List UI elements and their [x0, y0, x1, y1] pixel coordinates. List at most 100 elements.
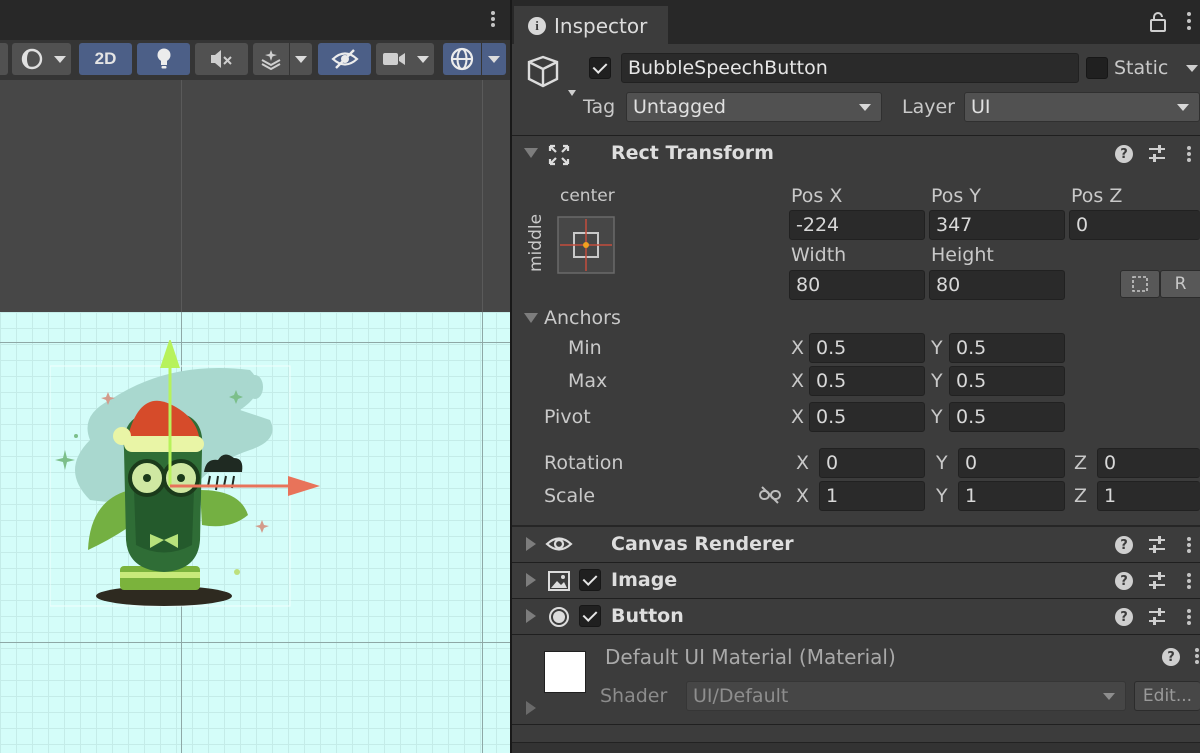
toolbar-partial-button[interactable] [0, 43, 8, 75]
raw-edit-button[interactable]: R [1160, 270, 1200, 298]
width-field[interactable]: 80 [789, 270, 925, 300]
inspector-more-icon[interactable] [1186, 12, 1192, 33]
anchor-max-y-field[interactable]: 0.5 [949, 366, 1065, 396]
axis-z-label: Z [1074, 485, 1088, 507]
gameobject-cube-icon[interactable] [524, 54, 580, 100]
rotation-z-field[interactable]: 0 [1097, 448, 1200, 478]
anchor-preset-button[interactable] [557, 216, 615, 274]
pos-x-field[interactable]: -224 [789, 210, 925, 240]
scene-more-icon[interactable] [490, 10, 496, 30]
scale-y-field[interactable]: 1 [958, 481, 1065, 511]
rect-transform-icon [548, 144, 570, 166]
gizmo-y-arrow-icon[interactable] [160, 340, 180, 368]
rect-transform-title: Rect Transform [611, 142, 774, 164]
constrain-proportions-icon[interactable] [759, 486, 781, 504]
audio-toggle[interactable] [195, 43, 248, 75]
shader-edit-button[interactable]: Edit... [1134, 681, 1200, 711]
pivot-y-field[interactable]: 0.5 [949, 402, 1065, 432]
height-field[interactable]: 80 [929, 270, 1065, 300]
scene-view[interactable]: 2D [0, 0, 510, 753]
fold-closed-icon[interactable] [526, 609, 536, 623]
gizmo-globe-icon [450, 47, 474, 71]
material-preview-swatch[interactable] [544, 651, 586, 693]
chevron-down-icon [54, 55, 66, 63]
presets-icon[interactable] [1148, 607, 1166, 627]
camera-button[interactable] [376, 43, 412, 75]
rotation-x-field[interactable]: 0 [819, 448, 925, 478]
fold-closed-icon[interactable] [526, 573, 536, 587]
height-label: Height [931, 244, 994, 266]
pos-y-field[interactable]: 347 [929, 210, 1065, 240]
button-enabled-checkbox[interactable] [579, 605, 601, 627]
component-more-icon[interactable] [1186, 146, 1192, 164]
lock-icon[interactable] [1150, 12, 1166, 32]
mode-2d-toggle[interactable]: 2D [79, 43, 132, 75]
component-more-icon[interactable] [1186, 609, 1192, 627]
rotation-x-value: 0 [826, 452, 839, 474]
pivot-x-value: 0.5 [816, 406, 847, 428]
tag-dropdown[interactable]: Untagged [626, 92, 882, 122]
anchor-min-x-field[interactable]: 0.5 [809, 333, 925, 363]
pos-y-value: 347 [936, 214, 973, 236]
axis-x-label: X [796, 452, 810, 474]
pos-y-label: Pos Y [931, 185, 981, 207]
scene-visibility-toggle[interactable] [318, 43, 371, 75]
anchor-preset-h-label: center [560, 186, 615, 206]
help-icon[interactable]: ? [1115, 572, 1133, 590]
scale-x-field[interactable]: 1 [819, 481, 925, 511]
effects-button[interactable] [253, 43, 289, 75]
tab-inspector[interactable]: i Inspector [514, 6, 668, 44]
gizmo-x-arrow-icon[interactable] [288, 476, 320, 496]
pivot-x-field[interactable]: 0.5 [809, 402, 925, 432]
inspector-footer [512, 742, 1200, 753]
anchor-min-y-field[interactable]: 0.5 [949, 333, 1065, 363]
fold-open-icon[interactable] [524, 148, 538, 158]
image-header[interactable]: Image ? [512, 562, 1200, 598]
presets-icon[interactable] [1148, 144, 1166, 164]
gizmos-dropdown[interactable] [482, 43, 506, 75]
anchor-max-x-field[interactable]: 0.5 [809, 366, 925, 396]
layer-dropdown[interactable]: UI [964, 92, 1200, 122]
blueprint-mode-button[interactable] [1120, 270, 1160, 298]
shading-mode-dropdown[interactable] [49, 43, 71, 75]
section-divider [512, 724, 1200, 725]
presets-icon[interactable] [1148, 571, 1166, 591]
rect-transform-header[interactable]: Rect Transform ? [512, 135, 1200, 171]
raw-edit-label: R [1174, 274, 1187, 294]
mode-2d-label: 2D [94, 49, 117, 68]
help-icon[interactable]: ? [1115, 145, 1133, 163]
gameobject-active-checkbox[interactable] [589, 57, 611, 79]
owl-sprite-image[interactable] [50, 340, 350, 620]
anchors-label: Anchors [544, 307, 621, 329]
pos-z-field[interactable]: 0 [1069, 210, 1200, 240]
effects-dropdown[interactable] [290, 43, 312, 75]
presets-icon[interactable] [1148, 535, 1166, 555]
material-more-icon[interactable] [1194, 648, 1200, 666]
help-icon[interactable]: ? [1115, 608, 1133, 626]
layer-value: UI [971, 96, 991, 118]
component-more-icon[interactable] [1186, 573, 1192, 591]
shading-mode-button[interactable] [12, 43, 52, 75]
shader-dropdown[interactable]: UI/Default [686, 681, 1126, 711]
camera-dropdown[interactable] [412, 43, 434, 75]
gizmos-button[interactable] [443, 43, 481, 75]
button-component-icon [549, 607, 569, 627]
anchors-fold-icon[interactable] [524, 313, 538, 323]
button-header[interactable]: Button ? [512, 598, 1200, 634]
help-icon[interactable]: ? [1162, 648, 1180, 666]
eye-icon [545, 537, 573, 551]
rotation-y-field[interactable]: 0 [958, 448, 1065, 478]
image-enabled-checkbox[interactable] [579, 569, 601, 591]
layer-label: Layer [902, 96, 955, 118]
fold-closed-icon[interactable] [526, 537, 536, 551]
gameobject-name-field[interactable]: BubbleSpeechButton [621, 53, 1079, 83]
scale-z-field[interactable]: 1 [1097, 481, 1200, 511]
static-dropdown-icon[interactable] [1186, 65, 1198, 72]
static-checkbox[interactable] [1086, 57, 1108, 79]
chevron-down-icon [488, 55, 500, 63]
help-icon[interactable]: ? [1115, 536, 1133, 554]
canvas-renderer-header[interactable]: Canvas Renderer ? [512, 525, 1200, 561]
component-more-icon[interactable] [1186, 537, 1192, 555]
lighting-toggle[interactable] [137, 43, 190, 75]
material-fold-icon[interactable] [526, 701, 536, 715]
